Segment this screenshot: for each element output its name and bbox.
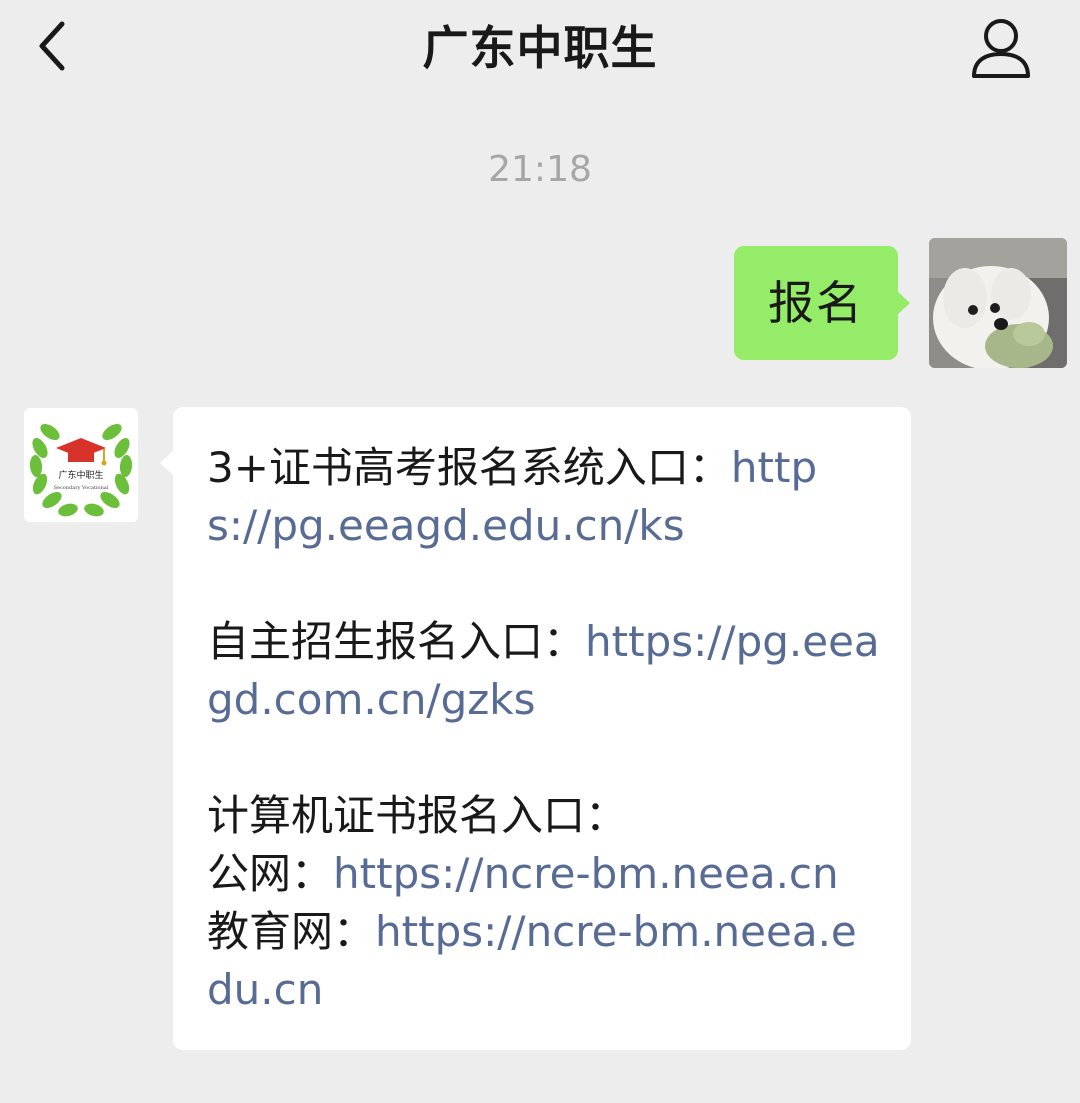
message-timestamp: 21:18 [488, 149, 592, 190]
public-network-link[interactable]: https://ncre-bm.neea.cn [333, 849, 839, 898]
nav-bar: 广东中职生 [0, 0, 1080, 100]
person-icon [972, 19, 1030, 78]
public-network-label: 公网： [207, 849, 334, 898]
message-section-computer-cert: 计算机证书报名入口： 公网：https://ncre-bm.neea.cn 教育… [207, 787, 881, 1019]
outgoing-bubble-tail [896, 290, 910, 316]
message-section-exam: 3+证书高考报名系统入口：https://pg.eeagd.edu.cn/ks [207, 439, 881, 555]
public-network-line: 公网：https://ncre-bm.neea.cn [207, 845, 881, 903]
outgoing-message-text: 报名 [768, 276, 864, 330]
logo-subtext: Secondary Vocational [54, 485, 109, 491]
chat-title: 广东中职生 [422, 21, 658, 75]
edu-network-label: 教育网： [207, 907, 376, 956]
exam-entry-label: 3+证书高考报名系统入口： [207, 443, 731, 492]
enrollment-entry-label: 自主招生报名入口： [207, 617, 586, 666]
chat-info-button[interactable] [966, 16, 1036, 82]
account-logo-icon: 广东中职生 Secondary Vocational [24, 408, 138, 522]
edu-network-line: 教育网：https://ncre-bm.neea.edu.cn [207, 903, 881, 1019]
message-section-enrollment: 自主招生报名入口：https://pg.eeagd.com.cn/gzks [207, 613, 881, 729]
logo-text: 广东中职生 [58, 469, 103, 481]
computer-cert-heading: 计算机证书报名入口： [207, 791, 628, 840]
dog-photo-icon [929, 238, 1067, 368]
incoming-message-bubble[interactable]: 3+证书高考报名系统入口：https://pg.eeagd.edu.cn/ks … [173, 407, 911, 1050]
user-avatar[interactable] [929, 238, 1067, 368]
account-avatar[interactable]: 广东中职生 Secondary Vocational [24, 408, 138, 522]
outgoing-message-bubble[interactable]: 报名 [734, 246, 898, 360]
incoming-bubble-tail [160, 450, 174, 476]
